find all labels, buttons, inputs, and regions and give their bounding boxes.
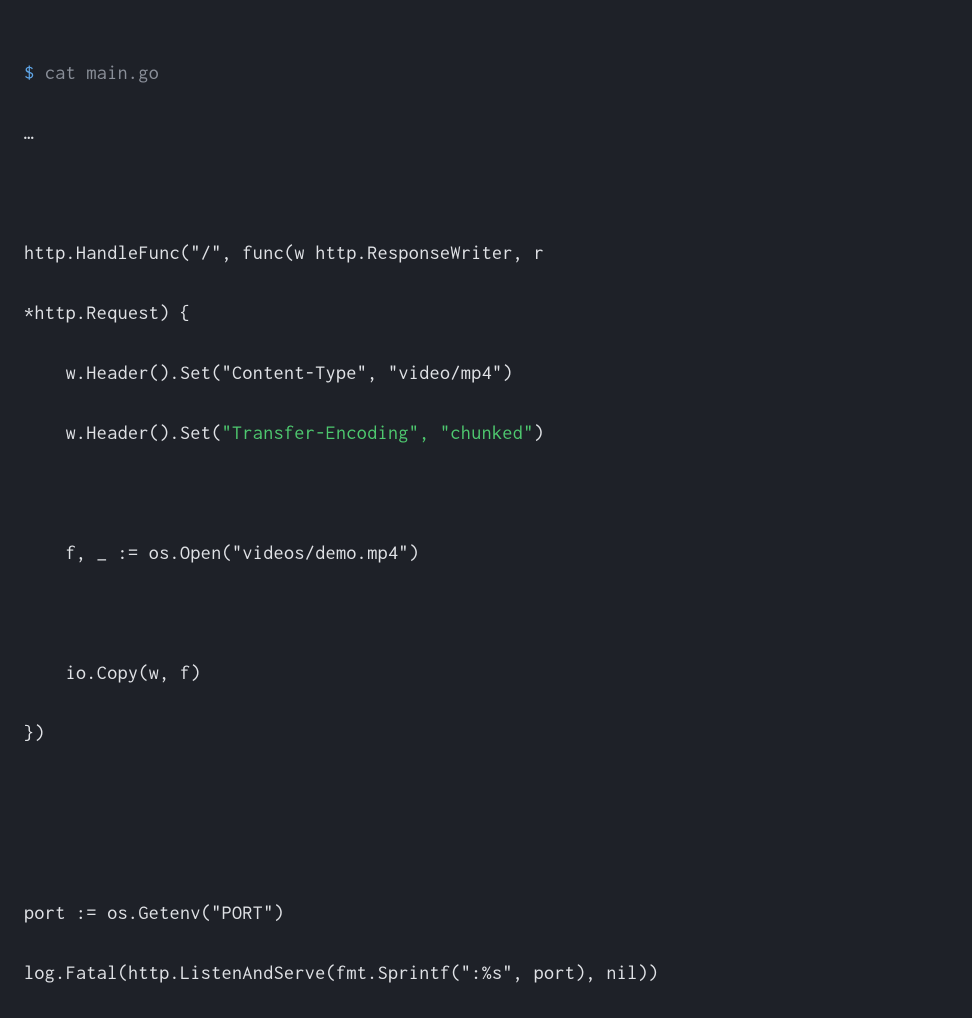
code-line: f, _ := os.Open("videos/demo.mp4") bbox=[24, 538, 948, 568]
code-line-highlighted: w.Header().Set("Transfer-Encoding", "chu… bbox=[24, 418, 948, 448]
command-line: $ cat main.go bbox=[24, 58, 948, 88]
blank-line bbox=[24, 178, 948, 208]
code-line: *http.Request) { bbox=[24, 298, 948, 328]
code-segment: w.Header().Set( bbox=[24, 422, 222, 443]
code-segment: ) bbox=[534, 422, 544, 443]
code-line: w.Header().Set("Content-Type", "video/mp… bbox=[24, 358, 948, 388]
code-line: io.Copy(w, f) bbox=[24, 658, 948, 688]
terminal-output: $ cat main.go … http.HandleFunc("/", fun… bbox=[24, 28, 948, 1018]
command-text: cat main.go bbox=[45, 62, 159, 83]
blank-code-line bbox=[24, 598, 948, 628]
code-line: port := os.Getenv("PORT") bbox=[24, 898, 948, 928]
ellipsis-line: … bbox=[24, 118, 948, 148]
blank-code-line bbox=[24, 838, 948, 868]
blank-code-line bbox=[24, 478, 948, 508]
highlighted-code: "Transfer-Encoding", "chunked" bbox=[222, 422, 534, 443]
code-line: http.HandleFunc("/", func(w http.Respons… bbox=[24, 238, 948, 268]
code-line: }) bbox=[24, 718, 948, 748]
code-line: log.Fatal(http.ListenAndServe(fmt.Sprint… bbox=[24, 958, 948, 988]
shell-prompt: $ bbox=[24, 62, 34, 83]
blank-code-line bbox=[24, 778, 948, 808]
